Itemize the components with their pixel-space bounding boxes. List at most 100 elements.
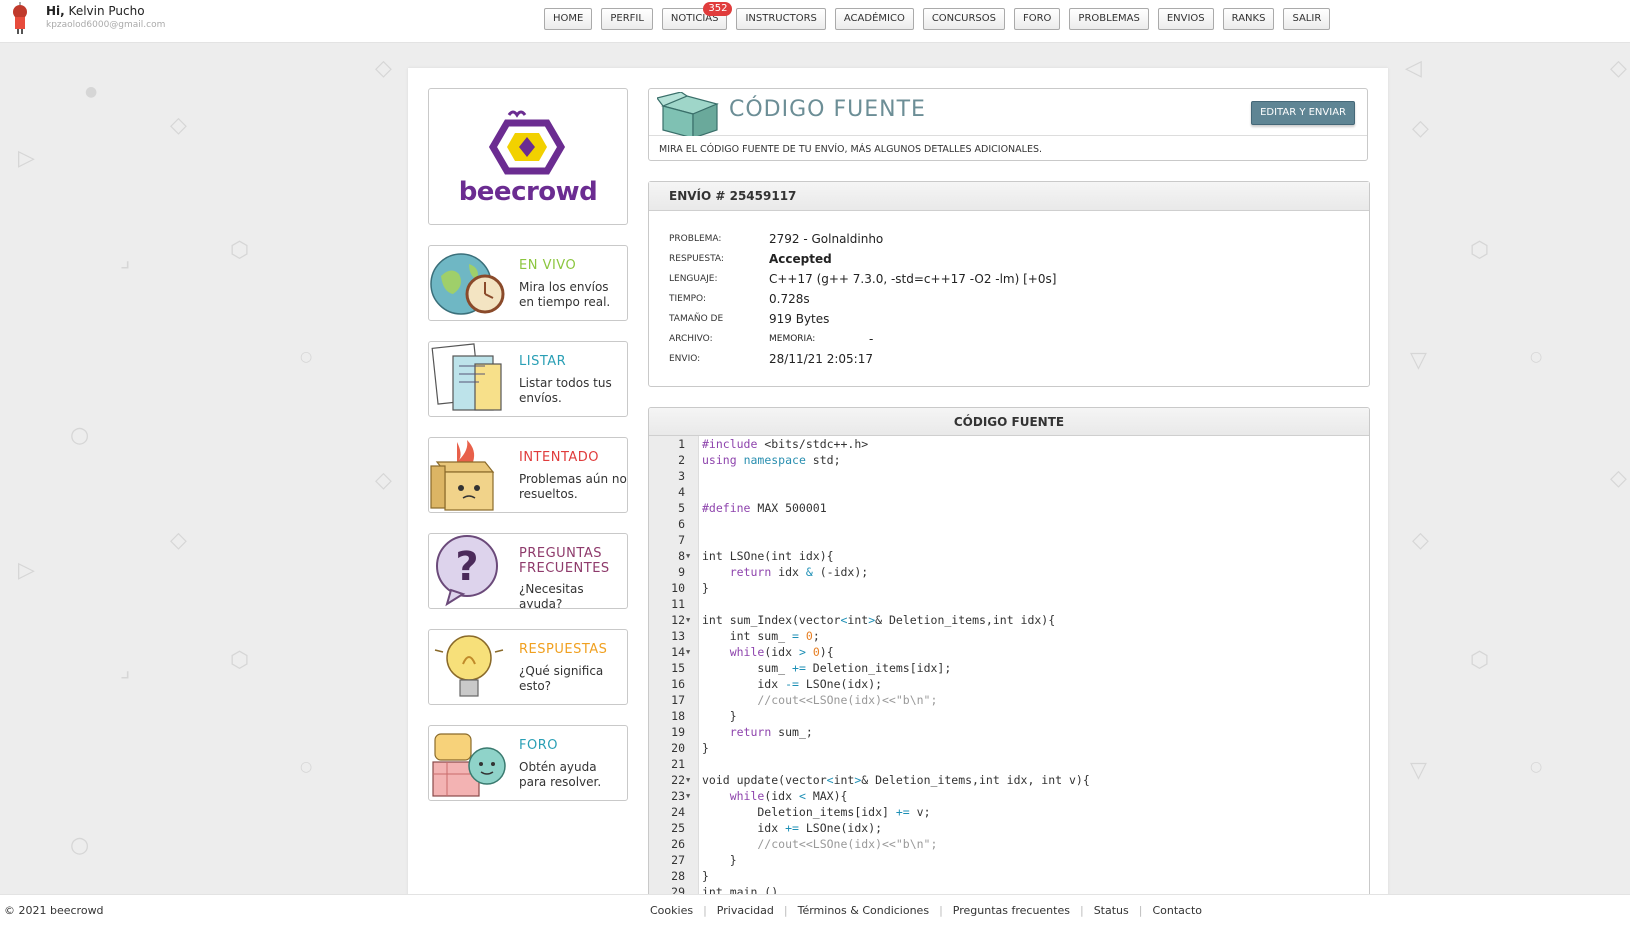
main-nav: HOME PERFIL NOTICIAS 352 INSTRUCTORS ACAD… — [544, 2, 1331, 30]
code-line[interactable]: 15 sum_ += Deletion_items[idx]; — [649, 660, 1369, 676]
sidebar-item-listar[interactable]: LISTAR Listar todos tus envíos. — [428, 341, 628, 417]
circle-shape: ○ — [1530, 349, 1543, 365]
sidebar-item-foro[interactable]: FORO Obtén ayuda para resolver. — [428, 725, 628, 801]
nav-problemas[interactable]: PROBLEMAS — [1069, 8, 1149, 30]
beecrowd-logo[interactable]: beecrowd — [428, 88, 628, 225]
code-line[interactable]: 24 Deletion_items[idx] += v; — [649, 804, 1369, 820]
footer-link-contacto[interactable]: Contacto — [1152, 904, 1202, 917]
fold-arrow-icon[interactable]: ▼ — [686, 612, 690, 628]
code-line[interactable]: 23 ▼ while(idx < MAX){ — [649, 788, 1369, 804]
triangle-shape: ▽ — [1410, 348, 1427, 373]
code-text: } — [702, 741, 709, 755]
code-text: } — [702, 869, 709, 883]
footer-link-cookies[interactable]: Cookies — [650, 904, 693, 917]
code-line[interactable]: 2 using namespace std; — [649, 452, 1369, 468]
line-number: 6 — [678, 517, 685, 531]
nav-salir[interactable]: SALIR — [1283, 8, 1331, 30]
code-editor[interactable]: 1 #include <bits/stdc++.h> 2 using namespac… — [649, 436, 1369, 900]
info-label: RESPUESTA: — [669, 254, 724, 264]
footer-link-privacidad[interactable]: Privacidad — [717, 904, 774, 917]
line-number: 19 — [671, 725, 685, 739]
line-number: 21 — [671, 757, 685, 771]
fold-arrow-icon[interactable]: ▼ — [686, 772, 690, 788]
sidebar-item-preguntas-frecuentes[interactable]: ? PREGUNTAS FRECUENTES ¿Necesitas ayuda? — [428, 533, 628, 609]
nav-instructors[interactable]: INSTRUCTORS — [736, 8, 826, 30]
nav-ranks[interactable]: RANKS — [1222, 8, 1275, 30]
code-line[interactable]: 6 — [649, 516, 1369, 532]
sidebar-item-desc: ¿Qué significa esto? — [519, 664, 604, 693]
code-text: Deletion_items[idx] += v; — [702, 805, 931, 819]
line-number: 5 — [678, 501, 685, 515]
nav-noticias[interactable]: NOTICIAS 352 — [661, 2, 733, 30]
info-label: TIEMPO: — [669, 294, 706, 304]
nav-perfil[interactable]: PERFIL — [601, 8, 653, 30]
user-email: kpzaolod6000@gmail.com — [46, 20, 166, 30]
line-number: 14 — [671, 645, 685, 659]
code-line[interactable]: 8 ▼ int LSOne(int idx){ — [649, 548, 1369, 564]
code-line[interactable]: 25 idx += LSOne(idx); — [649, 820, 1369, 836]
line-number: 27 — [671, 853, 685, 867]
papers-icon — [431, 343, 502, 411]
nav-academico[interactable]: ACADÉMICO — [834, 8, 914, 30]
code-line[interactable]: 7 — [649, 532, 1369, 548]
code-line[interactable]: 5 #define MAX 500001 — [649, 500, 1369, 516]
footer-link-faq[interactable]: Preguntas frecuentes — [953, 904, 1070, 917]
nav-envios[interactable]: ENVIOS — [1157, 8, 1214, 30]
code-text: #include <bits/stdc++.h> — [702, 437, 869, 451]
code-text: while(idx < MAX){ — [729, 789, 848, 803]
line-number: 26 — [671, 837, 685, 851]
code-line[interactable]: 12 ▼ int sum_Index(vector<int>& Deletion_i… — [649, 612, 1369, 628]
code-line[interactable]: 14 ▼ while(idx > 0){ — [649, 644, 1369, 660]
code-line[interactable]: 17 //cout<<LSOne(idx)<<"b\n"; — [649, 692, 1369, 708]
sidebar-item-en-vivo[interactable]: EN VIVO Mira los envíos en tiempo real. — [428, 245, 628, 321]
nav-home[interactable]: HOME — [544, 8, 593, 30]
code-line[interactable]: 1 #include <bits/stdc++.h> — [649, 436, 1369, 452]
code-line[interactable]: 10} — [649, 580, 1369, 596]
triangle-shape: ▽ — [1410, 758, 1427, 783]
triangle-shape: ◁ — [1405, 56, 1422, 81]
code-line[interactable]: 19 return sum_; — [649, 724, 1369, 740]
divider: | — [1138, 904, 1143, 917]
code-text: #define MAX 500001 — [702, 501, 827, 515]
divider: | — [939, 904, 943, 917]
code-line[interactable]: 18 } — [649, 708, 1369, 724]
hexagon-shape: ⬡ — [1470, 238, 1490, 263]
code-line[interactable]: 21 — [649, 756, 1369, 772]
line-number: 15 — [671, 661, 685, 675]
code-line[interactable]: 26 //cout<<LSOne(idx)<<"b\n"; — [649, 836, 1369, 852]
nav-concursos[interactable]: CONCURSOS — [922, 8, 1005, 30]
code-line[interactable]: 22 ▼ void update(vector<int>& Deletion_ite… — [649, 772, 1369, 788]
user-avatar-icon[interactable] — [6, 2, 36, 36]
code-line[interactable]: 16 idx -= LSOne(idx); — [649, 676, 1369, 692]
circle-shape: ○ — [300, 759, 313, 775]
problem-link[interactable]: 2792 - Golnaldinho — [769, 232, 883, 246]
sidebar-item-intentado[interactable]: INTENTADO Problemas aún no resueltos. — [428, 437, 628, 513]
code-text: void update(vector<int>& Deletion_items,… — [702, 773, 1090, 787]
nav-label: CONCURSOS — [931, 13, 996, 24]
fold-arrow-icon[interactable]: ▼ — [686, 548, 690, 564]
code-line[interactable]: 3 — [649, 468, 1369, 484]
fold-arrow-icon[interactable]: ▼ — [686, 788, 690, 804]
triangle-shape: ▷ — [18, 146, 35, 171]
sidebar-item-respuestas[interactable]: RESPUESTAS ¿Qué significa esto? — [428, 629, 628, 705]
nav-foro[interactable]: FORO — [1013, 8, 1061, 30]
code-line[interactable]: 20} — [649, 740, 1369, 756]
globe-clock-icon — [430, 253, 505, 315]
nav-label: HOME — [553, 13, 584, 24]
code-text: int sum_ = 0; — [702, 629, 820, 643]
line-number: 13 — [671, 629, 685, 643]
fold-arrow-icon[interactable]: ▼ — [686, 644, 690, 660]
edit-and-submit-button[interactable]: EDITAR Y ENVIAR — [1251, 101, 1355, 125]
code-line[interactable]: 9 return idx & (-idx); — [649, 564, 1369, 580]
footer-link-status[interactable]: Status — [1094, 904, 1129, 917]
sidebar-item-title: INTENTADO — [519, 450, 600, 465]
code-line[interactable]: 27 } — [649, 852, 1369, 868]
code-line[interactable]: 11 — [649, 596, 1369, 612]
footer-link-terminos[interactable]: Términos & Condiciones — [798, 904, 929, 917]
divider: | — [703, 904, 707, 917]
code-line[interactable]: 13 int sum_ = 0; — [649, 628, 1369, 644]
code-line[interactable]: 4 — [649, 484, 1369, 500]
code-line[interactable]: 28} — [649, 868, 1369, 884]
diamond-shape: ◇ — [375, 468, 392, 493]
line-number: 10 — [671, 581, 685, 595]
